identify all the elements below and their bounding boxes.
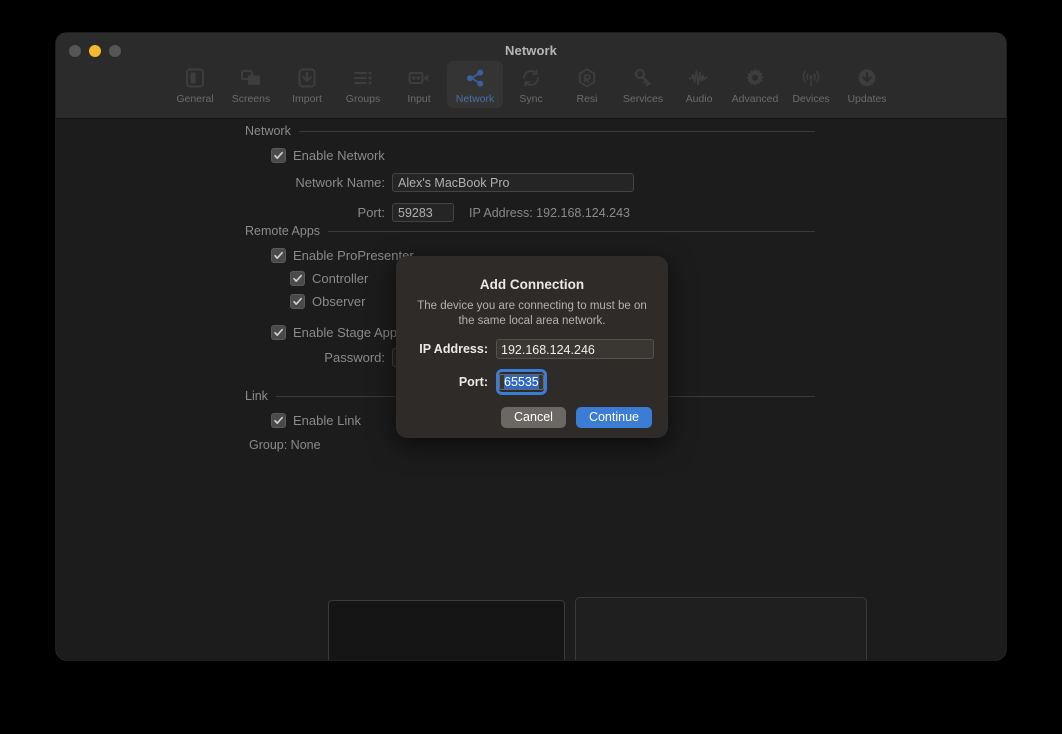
toolbar-item-sync[interactable]: Sync [503, 61, 559, 108]
toolbar-item-updates[interactable]: Updates [839, 61, 895, 108]
import-icon [295, 66, 319, 90]
toolbar-label-general: General [176, 93, 214, 105]
toolbar-item-resi[interactable]: Resi [559, 61, 615, 108]
port-label: Port: [357, 205, 385, 220]
link-group-text: Group: None [249, 438, 321, 452]
toolbar-label-updates: Updates [847, 93, 887, 105]
input-icon [407, 66, 431, 90]
network-section: Network Enable Network Network Name: Ale… [245, 124, 815, 222]
cancel-button[interactable]: Cancel [501, 407, 566, 428]
network-name-input[interactable]: Alex's MacBook Pro [392, 173, 634, 192]
controller-checkbox[interactable] [290, 271, 305, 286]
window-titlebar: Network General Screens Import Groups In… [56, 33, 1006, 119]
enable-network-label: Enable Network [293, 148, 385, 163]
remote-apps-section-title: Remote Apps [245, 224, 321, 238]
window-title: Network [505, 43, 557, 58]
dialog-title: Add Connection [479, 277, 585, 292]
dialog-port-input[interactable]: 65535 [499, 374, 544, 390]
section-divider [298, 130, 815, 132]
toolbar-item-groups[interactable]: Groups [335, 61, 391, 108]
toolbar-item-advanced[interactable]: Advanced [727, 61, 783, 108]
toolbar-item-network[interactable]: Network [447, 61, 503, 108]
dialog-subtitle: The device you are connecting to must be… [396, 299, 668, 329]
link-connections-list-panel [328, 600, 565, 660]
toolbar-label-screens: Screens [231, 93, 271, 105]
toolbar-item-screens[interactable]: Screens [223, 61, 279, 108]
port-row: Port: 59283 IP Address: 192.168.124.243 [245, 203, 815, 222]
toolbar-item-devices[interactable]: Devices [783, 61, 839, 108]
screen: Network General Screens Import Groups In… [0, 0, 1062, 734]
enable-network-checkbox[interactable] [271, 148, 286, 163]
toolbar-item-audio[interactable]: Audio [671, 61, 727, 108]
audio-waveform-icon [687, 66, 711, 90]
gear-icon [743, 66, 767, 90]
network-icon [463, 66, 487, 90]
toolbar-label-groups: Groups [345, 93, 381, 105]
dialog-ip-label: IP Address: [419, 342, 488, 356]
services-key-icon [631, 66, 655, 90]
toolbar-label-devices: Devices [792, 93, 830, 105]
updates-download-icon [855, 66, 879, 90]
enable-propresenter-label: Enable ProPresenter [293, 248, 414, 263]
continue-button[interactable]: Continue [575, 407, 652, 428]
toolbar-item-import[interactable]: Import [279, 61, 335, 108]
enable-stage-app-checkbox[interactable] [271, 325, 286, 340]
dialog-port-row: Port: 65535 [396, 369, 668, 395]
toolbar-label-advanced: Advanced [731, 93, 779, 105]
resi-icon [575, 66, 599, 90]
enable-network-row[interactable]: Enable Network [271, 148, 815, 163]
dialog-port-selected-text: 65535 [504, 375, 539, 389]
groups-icon [351, 66, 375, 90]
toolbar-item-services[interactable]: Services [615, 61, 671, 108]
toolbar-item-general[interactable]: General [167, 61, 223, 108]
add-connection-dialog: Add Connection The device you are connec… [396, 256, 668, 438]
preferences-toolbar: General Screens Import Groups Input Netw… [56, 61, 1006, 108]
dialog-subtitle-line-1: The device you are connecting to must be [417, 300, 631, 312]
dialog-port-focus-ring: 65535 [496, 369, 547, 395]
toolbar-label-network: Network [455, 93, 495, 105]
dialog-port-label: Port: [458, 375, 488, 389]
link-section-title: Link [245, 389, 268, 403]
dialog-ip-input[interactable]: 192.168.124.246 [496, 339, 654, 359]
toolbar-label-sync: Sync [519, 93, 543, 105]
network-name-label: Network Name: [295, 175, 385, 190]
dialog-ip-row: IP Address: 192.168.124.246 [396, 339, 668, 359]
network-name-row: Network Name: Alex's MacBook Pro [245, 173, 815, 192]
network-section-title: Network [245, 124, 291, 138]
enable-propresenter-checkbox[interactable] [271, 248, 286, 263]
devices-broadcast-icon [799, 66, 823, 90]
toolbar-label-input: Input [407, 93, 431, 105]
ip-address-text: IP Address: 192.168.124.243 [469, 205, 631, 220]
enable-link-checkbox[interactable] [271, 413, 286, 428]
link-connections-list[interactable] [329, 601, 564, 660]
controller-label: Controller [312, 271, 369, 286]
toolbar-label-audio: Audio [685, 93, 713, 105]
observer-label: Observer [312, 294, 366, 309]
port-input[interactable]: 59283 [392, 203, 454, 222]
sync-icon [519, 66, 543, 90]
toolbar-label-services: Services [622, 93, 664, 105]
toolbar-label-resi: Resi [576, 93, 598, 105]
section-divider [328, 230, 815, 232]
link-group-info-panel: Not connected to a group. Click Add(+) t… [575, 597, 867, 660]
remote-apps-section-header: Remote Apps [245, 224, 815, 238]
general-icon [183, 66, 207, 90]
network-section-header: Network [245, 124, 815, 138]
toolbar-label-import: Import [292, 93, 322, 105]
observer-checkbox[interactable] [290, 294, 305, 309]
enable-stage-app-label: Enable Stage App [293, 325, 398, 340]
screens-icon [239, 66, 263, 90]
dialog-buttons: Cancel Continue [396, 407, 668, 428]
toolbar-item-input[interactable]: Input [391, 61, 447, 108]
password-label: Password: [324, 350, 385, 365]
enable-link-label: Enable Link [293, 413, 361, 428]
